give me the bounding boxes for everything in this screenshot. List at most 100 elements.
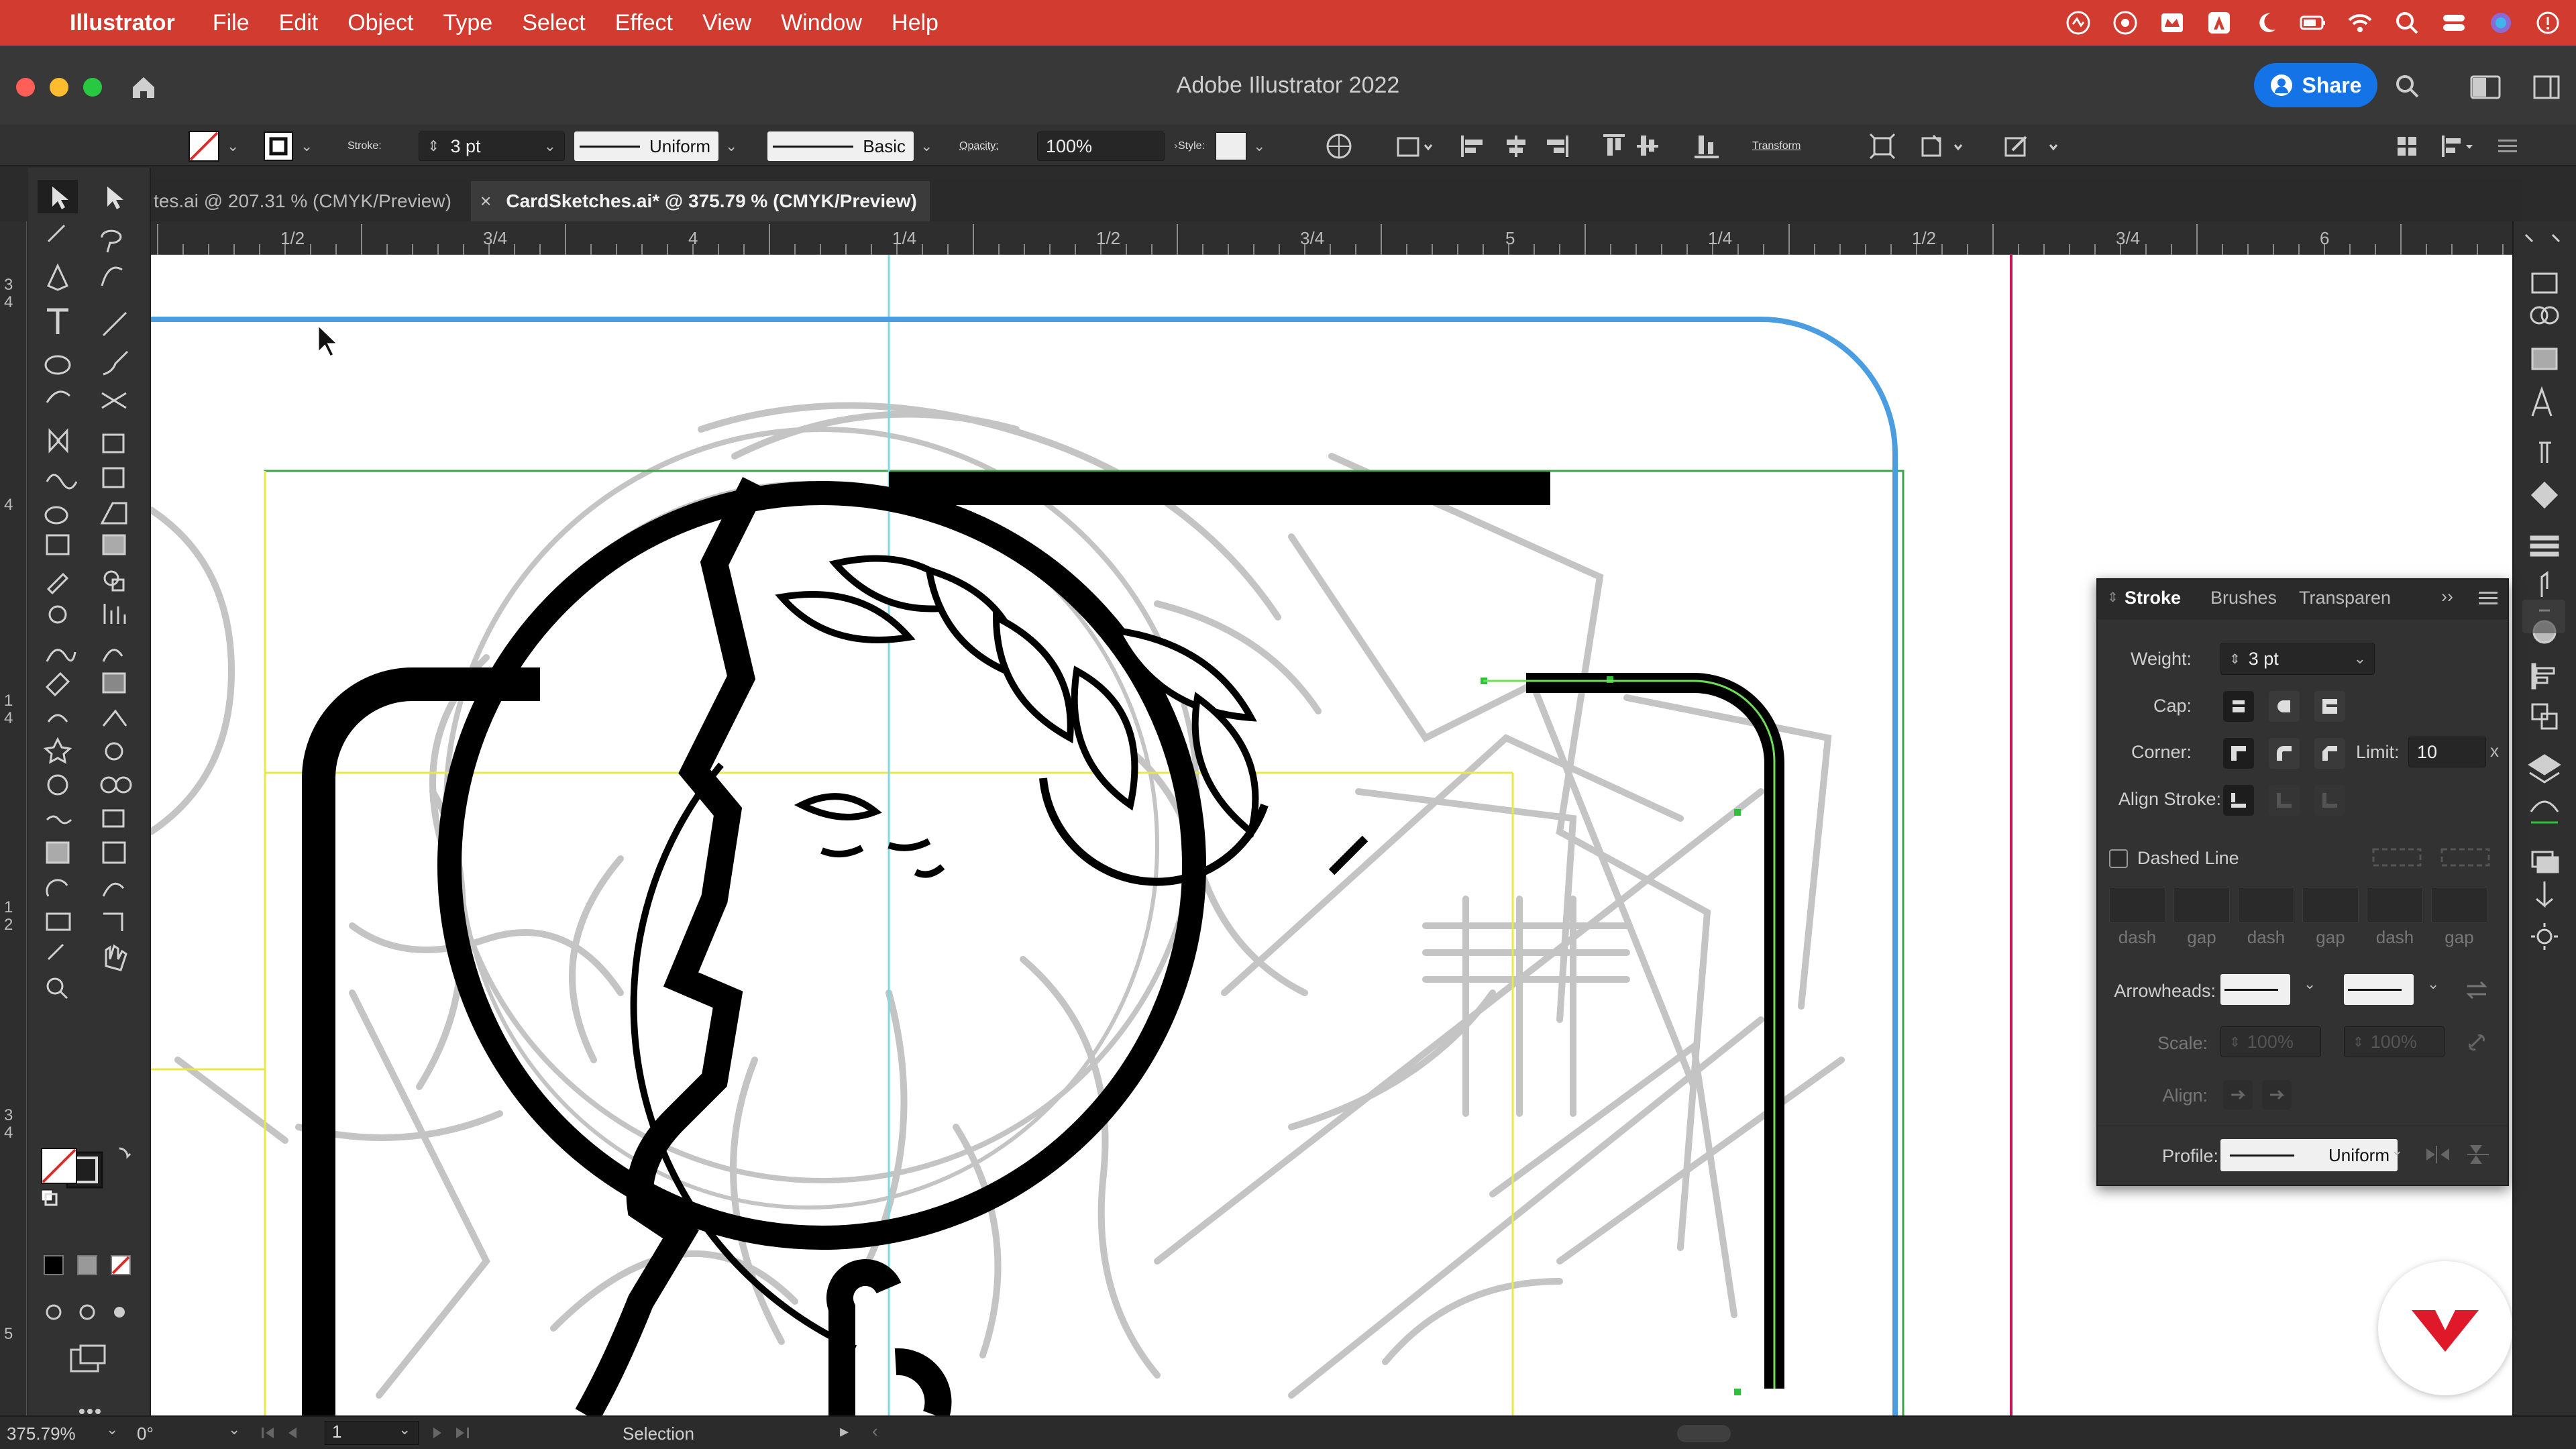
- chevron-down-icon[interactable]: ⌄: [2354, 650, 2366, 667]
- dash-field[interactable]: [2109, 887, 2165, 923]
- arrange-menu-icon[interactable]: [2439, 133, 2477, 160]
- control-bar-menu-icon[interactable]: [2494, 133, 2521, 160]
- align-inside-button[interactable]: [2269, 785, 2300, 816]
- chevron-down-icon[interactable]: ⌄: [227, 138, 239, 155]
- menu-view[interactable]: View: [702, 10, 751, 36]
- dash-align-icons[interactable]: [2372, 847, 2493, 869]
- profile-select[interactable]: Uniform: [2220, 1139, 2398, 1171]
- link-scale-icon[interactable]: [2465, 1030, 2489, 1055]
- menu-app-name[interactable]: Illustrator: [70, 10, 175, 36]
- artboard-next-icons[interactable]: [427, 1424, 480, 1442]
- dash-field[interactable]: [2367, 887, 2423, 923]
- arrange-docs-icon[interactable]: [2395, 133, 2419, 160]
- current-tool-status[interactable]: Selection: [623, 1424, 694, 1444]
- stroke-swatch[interactable]: ⌄: [263, 131, 313, 161]
- crown-app-icon[interactable]: [2157, 8, 2187, 38]
- adobe-icon[interactable]: [2204, 8, 2234, 38]
- tab-brushes[interactable]: Brushes: [2210, 588, 2277, 608]
- round-cap-button[interactable]: [2269, 691, 2300, 722]
- transform-link[interactable]: Transform: [1752, 140, 1801, 152]
- align-outside-button[interactable]: [2314, 785, 2345, 816]
- stepper-icon[interactable]: ⇕: [2229, 1034, 2241, 1051]
- menu-file[interactable]: File: [213, 10, 250, 36]
- chevron-down-icon[interactable]: ⌄: [2304, 975, 2316, 993]
- tab-document-active[interactable]: × CardSketches.ai* @ 375.79 % (CMYK/Prev…: [471, 181, 930, 221]
- isolate-object-icon[interactable]: [1869, 133, 1896, 160]
- miter-limit-field[interactable]: 10: [2408, 737, 2486, 767]
- miter-join-button[interactable]: [2223, 738, 2254, 769]
- align-to-icon[interactable]: [1395, 133, 1436, 160]
- panel-grip-icon[interactable]: ⇕: [2107, 589, 2118, 606]
- fill-swatch[interactable]: ⌄: [188, 131, 239, 162]
- stepper-icon[interactable]: ⇕: [2353, 1034, 2364, 1051]
- arrow-extend-button[interactable]: [2223, 1080, 2253, 1110]
- stepper-icon[interactable]: ⇕: [427, 138, 439, 155]
- menu-effect[interactable]: Effect: [615, 10, 673, 36]
- chevron-down-icon[interactable]: ⌄: [301, 138, 313, 155]
- chevron-down-icon[interactable]: ⌄: [544, 138, 556, 155]
- end-arrowhead-select[interactable]: [2344, 974, 2414, 1005]
- bevel-join-button[interactable]: [2314, 738, 2345, 769]
- menu-type[interactable]: Type: [443, 10, 492, 36]
- projecting-cap-button[interactable]: [2314, 691, 2345, 722]
- tab-document-inactive[interactable]: tes.ai @ 207.31 % (CMYK/Preview): [151, 181, 470, 221]
- start-arrowhead-select[interactable]: [2220, 974, 2290, 1005]
- workspace-switcher-icon[interactable]: [2470, 75, 2501, 99]
- menu-help[interactable]: Help: [892, 10, 938, 36]
- sync-status-icon[interactable]: [2063, 8, 2093, 38]
- dash-field[interactable]: [2238, 887, 2294, 923]
- dashed-line-checkbox[interactable]: [2109, 849, 2128, 868]
- round-join-button[interactable]: [2269, 738, 2300, 769]
- dark-mode-icon[interactable]: [2251, 8, 2281, 38]
- align-center-button[interactable]: [2223, 785, 2254, 816]
- recolor-artwork-icon[interactable]: [1324, 131, 1354, 161]
- share-button[interactable]: Share: [2254, 63, 2377, 107]
- menu-object[interactable]: Object: [347, 10, 413, 36]
- search-icon[interactable]: [2394, 72, 2420, 99]
- graphic-style-swatch[interactable]: [1216, 132, 1247, 160]
- opacity-field[interactable]: 100%: [1037, 131, 1165, 161]
- puppet-warp-icon[interactable]: [2003, 133, 2063, 160]
- chevron-down-icon[interactable]: ⌄: [2391, 1142, 2403, 1159]
- creative-cloud-icon[interactable]: [2110, 8, 2140, 38]
- notification-icon[interactable]: [2533, 8, 2563, 38]
- tab-transparency[interactable]: Transparen: [2299, 588, 2391, 608]
- stepper-icon[interactable]: ⇕: [2229, 651, 2241, 667]
- vertical-ruler[interactable]: [0, 221, 27, 1415]
- panel-toggle-icon[interactable]: [2533, 75, 2560, 99]
- status-menu-arrow-icon[interactable]: ▸: [840, 1421, 849, 1442]
- gap-field[interactable]: [2174, 887, 2230, 923]
- fill-stroke-proxy[interactable]: [35, 1140, 129, 1221]
- wifi-icon[interactable]: [2345, 8, 2375, 38]
- chevron-down-icon[interactable]: ⌄: [398, 1421, 411, 1438]
- variable-width-profile[interactable]: Uniform: [574, 131, 718, 161]
- end-scale-field[interactable]: ⇕ 100%: [2344, 1026, 2445, 1057]
- spotlight-search-icon[interactable]: [2392, 8, 2422, 38]
- menu-select[interactable]: Select: [522, 10, 586, 36]
- zoom-level[interactable]: 375.79%: [7, 1424, 76, 1444]
- control-center-icon[interactable]: [2439, 8, 2469, 38]
- chevron-down-icon[interactable]: ⌄: [1253, 138, 1265, 155]
- expand-panel-icon[interactable]: ››: [2441, 586, 2453, 607]
- scroll-left-arrow-icon[interactable]: ‹: [872, 1421, 878, 1442]
- weight-field[interactable]: ⇕ 3 pt ⌄: [2220, 643, 2375, 675]
- swap-arrowheads-icon[interactable]: [2465, 978, 2489, 1002]
- close-tab-icon[interactable]: ×: [480, 191, 491, 212]
- chevron-down-icon[interactable]: ⌄: [2427, 975, 2439, 993]
- stroke-weight-field[interactable]: ⇕ 3 pt ⌄: [419, 131, 565, 161]
- chevron-down-icon[interactable]: ⌄: [228, 1421, 240, 1438]
- chevron-down-icon[interactable]: ⌄: [106, 1421, 118, 1438]
- menu-edit[interactable]: Edit: [279, 10, 319, 36]
- selection-tool[interactable]: [35, 180, 142, 220]
- align-buttons-icon[interactable]: [1458, 133, 1666, 160]
- artboard-prev-icons[interactable]: [259, 1424, 319, 1442]
- panel-menu-icon[interactable]: [2477, 589, 2499, 608]
- butt-cap-button[interactable]: [2223, 691, 2254, 722]
- tab-stroke[interactable]: Stroke: [2125, 588, 2181, 608]
- brush-definition[interactable]: Basic: [767, 131, 914, 161]
- flip-across-icon[interactable]: [2465, 1143, 2491, 1166]
- horizontal-scrollbar-thumb[interactable]: [1677, 1425, 1731, 1442]
- siri-icon[interactable]: [2486, 8, 2516, 38]
- align-bottom-icon[interactable]: [1693, 133, 1720, 160]
- start-scale-field[interactable]: ⇕ 100%: [2220, 1026, 2321, 1057]
